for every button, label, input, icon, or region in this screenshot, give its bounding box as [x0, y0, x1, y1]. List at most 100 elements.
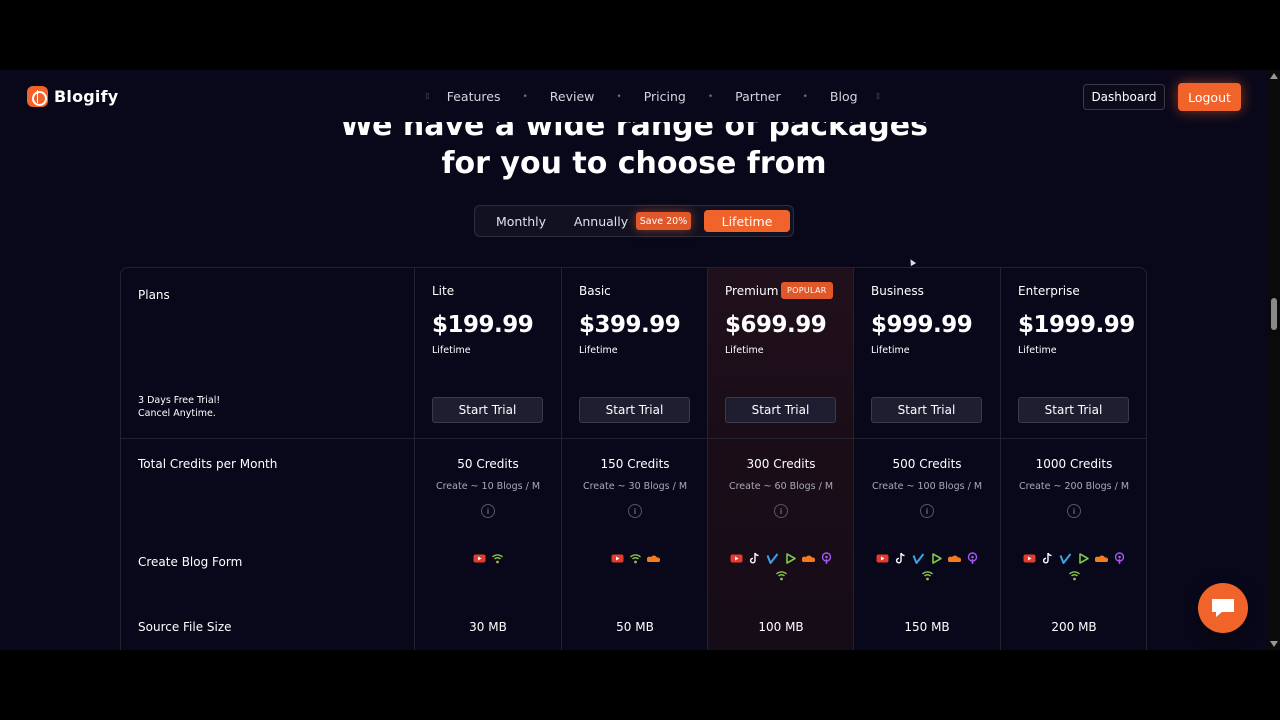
- blog-form-icons: [854, 552, 1000, 582]
- plans-label: Plans: [138, 288, 170, 302]
- brand-logo[interactable]: Blogify: [27, 86, 118, 107]
- blog-form-icons: [562, 552, 708, 565]
- info-icon[interactable]: i: [1067, 504, 1081, 518]
- trial-note-line-2: Cancel Anytime.: [138, 408, 216, 419]
- nav-link-review[interactable]: Review: [550, 89, 595, 104]
- source-size-value: 200 MB: [1051, 620, 1097, 634]
- scrollbar-thumb[interactable]: [1271, 298, 1277, 330]
- credits-value: 500 Credits: [892, 457, 962, 471]
- plan-price: $399.99: [579, 312, 681, 338]
- logout-button[interactable]: Logout: [1178, 83, 1241, 111]
- nav-link-features[interactable]: Features: [447, 89, 501, 104]
- toggle-monthly[interactable]: Monthly: [485, 206, 557, 236]
- rumble-icon: [784, 552, 797, 565]
- top-navbar: Blogify ⁞⁞ Features • Review • Pricing •…: [0, 70, 1268, 124]
- save-badge: Save 20%: [636, 212, 691, 230]
- youtube-icon: [730, 552, 743, 565]
- plan-period: Lifetime: [725, 345, 764, 356]
- plan-price: $199.99: [432, 312, 534, 338]
- info-icon[interactable]: i: [481, 504, 495, 518]
- soundcloud-icon: [947, 552, 961, 565]
- plan-card-enterprise: Enterprise $1999.99 Lifetime Start Trial: [1001, 268, 1147, 438]
- start-trial-button[interactable]: Start Trial: [579, 397, 690, 423]
- youtube-icon: [1023, 552, 1036, 565]
- plan-name: Business: [871, 284, 924, 298]
- info-icon[interactable]: i: [774, 504, 788, 518]
- drag-handle-icon: ⁞⁞: [875, 91, 881, 102]
- start-trial-button[interactable]: Start Trial: [432, 397, 543, 423]
- vimeo-icon: [766, 552, 779, 565]
- scroll-up-arrow-icon[interactable]: [1270, 73, 1278, 79]
- vimeo-icon: [912, 552, 925, 565]
- nav-separator: •: [802, 91, 808, 102]
- page-scrollbar[interactable]: [1268, 70, 1280, 650]
- trial-note-line-1: 3 Days Free Trial!: [138, 395, 221, 406]
- nav-link-pricing[interactable]: Pricing: [644, 89, 686, 104]
- podcast-icon: [1068, 569, 1081, 582]
- plan-period: Lifetime: [871, 345, 910, 356]
- feature-label-source-size: Source File Size: [138, 620, 232, 634]
- info-cell: i: [415, 504, 561, 518]
- plan-price: $699.99: [725, 312, 827, 338]
- blog-form-icons: [415, 552, 561, 565]
- info-icon[interactable]: i: [628, 504, 642, 518]
- start-trial-button[interactable]: Start Trial: [1018, 397, 1129, 423]
- info-cell: i: [708, 504, 854, 518]
- nav-link-blog[interactable]: Blog: [830, 89, 858, 104]
- info-cell: i: [1001, 504, 1147, 518]
- credits-value: 50 Credits: [457, 457, 519, 471]
- start-trial-button[interactable]: Start Trial: [725, 397, 836, 423]
- plan-name: Enterprise: [1018, 284, 1080, 298]
- plan-card-premium: Premium POPULAR $699.99 Lifetime Start T…: [708, 268, 854, 438]
- blogs-per-month: Create ~ 10 Blogs / M: [435, 481, 541, 492]
- apple-podcast-icon: [966, 552, 979, 565]
- chat-bubble-icon: [1212, 599, 1234, 617]
- nav-links: ⁞⁞ Features • Review • Pricing • Partner…: [425, 89, 881, 104]
- toggle-lifetime[interactable]: Lifetime: [704, 210, 790, 232]
- feature-label-credits: Total Credits per Month: [138, 457, 278, 471]
- info-icon[interactable]: i: [920, 504, 934, 518]
- brand-name: Blogify: [54, 87, 119, 106]
- scroll-down-arrow-icon[interactable]: [1270, 641, 1278, 647]
- trial-note: 3 Days Free Trial! Cancel Anytime.: [138, 394, 220, 420]
- tiktok-icon: [1041, 552, 1054, 565]
- credits-value: 300 Credits: [746, 457, 816, 471]
- plan-name: Basic: [579, 284, 611, 298]
- soundcloud-icon: [801, 552, 815, 565]
- toggle-annually[interactable]: Annually: [571, 206, 631, 236]
- info-cell: i: [854, 504, 1000, 518]
- popular-badge: POPULAR: [781, 282, 833, 299]
- blog-form-icons: [1001, 552, 1147, 582]
- blog-form-icons: [708, 552, 854, 582]
- soundcloud-icon: [1094, 552, 1108, 565]
- start-trial-button[interactable]: Start Trial: [871, 397, 982, 423]
- nav-separator: •: [522, 91, 528, 102]
- source-size-value: 150 MB: [904, 620, 950, 634]
- chat-widget-button[interactable]: [1198, 583, 1248, 633]
- mouse-cursor-icon: [907, 257, 917, 267]
- nav-link-partner[interactable]: Partner: [735, 89, 780, 104]
- nav-separator: •: [616, 91, 622, 102]
- info-cell: i: [562, 504, 708, 518]
- feature-label-blog-form: Create Blog Form: [138, 555, 243, 569]
- dashboard-button[interactable]: Dashboard: [1083, 84, 1165, 110]
- blogs-per-month: Create ~ 100 Blogs / M: [871, 481, 983, 492]
- blogify-logo-icon: [27, 86, 48, 107]
- podcast-icon: [921, 569, 934, 582]
- source-size-value: 50 MB: [616, 620, 654, 634]
- plan-price: $999.99: [871, 312, 973, 338]
- plan-name: Lite: [432, 284, 455, 298]
- plan-price: $1999.99: [1018, 312, 1135, 338]
- podcast-icon: [775, 569, 788, 582]
- section-heading-line-2: for you to choose from: [441, 146, 827, 181]
- plan-period: Lifetime: [432, 345, 471, 356]
- rumble-icon: [1077, 552, 1090, 565]
- tiktok-icon: [748, 552, 761, 565]
- blogs-per-month: Create ~ 200 Blogs / M: [1018, 481, 1130, 492]
- nav-separator: •: [707, 91, 714, 102]
- row-divider: [121, 438, 1146, 439]
- youtube-icon: [876, 552, 889, 565]
- plan-card-lite: Lite $199.99 Lifetime Start Trial: [415, 268, 561, 438]
- source-size-value: 30 MB: [469, 620, 507, 634]
- apple-podcast-icon: [820, 552, 833, 565]
